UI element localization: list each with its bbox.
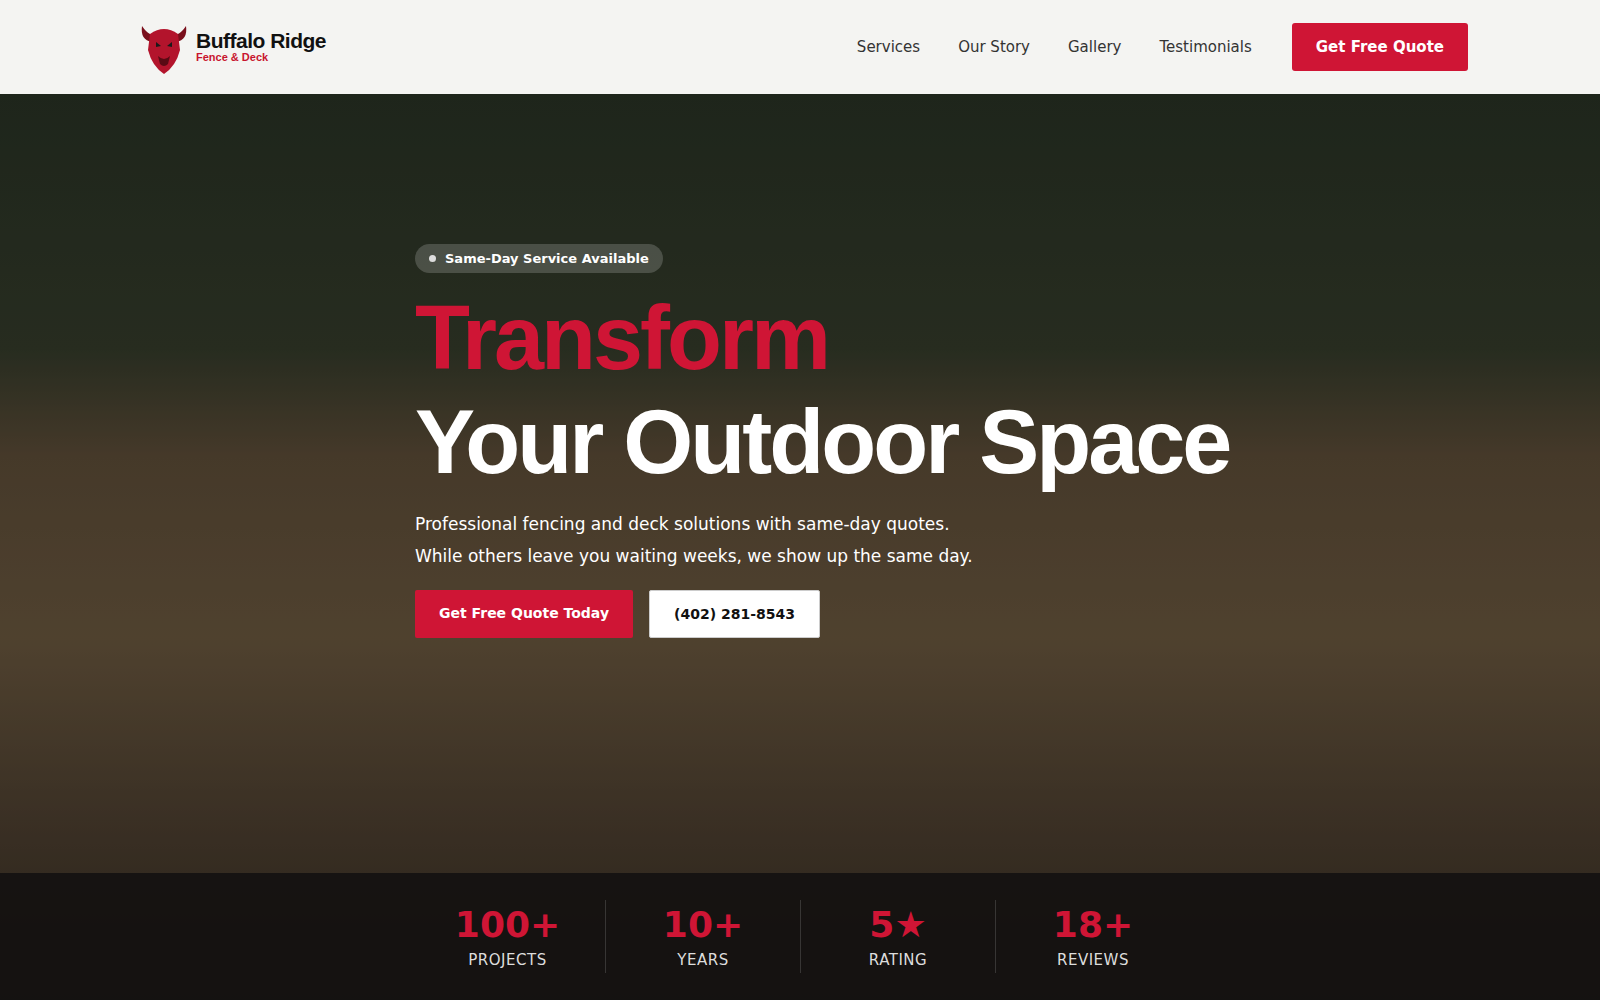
stat-label: PROJECTS	[468, 951, 546, 969]
stat-label: RATING	[869, 951, 927, 969]
stats-bar: 100+ PROJECTS10+ YEARS5★ RATING18+ REVIE…	[0, 873, 1600, 1000]
service-badge: Same-Day Service Available	[415, 244, 663, 273]
stat: 10+ YEARS	[605, 900, 800, 973]
stat-label: YEARS	[677, 951, 728, 969]
hero: Same-Day Service Available Transform You…	[0, 94, 1600, 1000]
subtitle-line: Professional fencing and deck solutions …	[415, 508, 1600, 540]
logo[interactable]: Buffalo Ridge Fence & Deck	[138, 20, 326, 74]
hero-content: Same-Day Service Available Transform You…	[0, 94, 1600, 873]
hero-title: Transform Your Outdoor Space	[415, 287, 1600, 494]
stat: 100+ PROJECTS	[410, 900, 605, 973]
stat-value: 100+	[455, 904, 560, 945]
logo-subtitle: Fence & Deck	[196, 52, 326, 64]
subtitle-line: While others leave you waiting weeks, we…	[415, 540, 1600, 572]
site-header: Buffalo Ridge Fence & Deck Services Our S…	[0, 0, 1600, 94]
hero-subtitle: Professional fencing and deck solutions …	[415, 508, 1600, 572]
logo-text: Buffalo Ridge Fence & Deck	[196, 30, 326, 64]
get-quote-button[interactable]: Get Free Quote	[1292, 23, 1468, 71]
landing-page: Buffalo Ridge Fence & Deck Services Our S…	[0, 0, 1600, 1000]
logo-title: Buffalo Ridge	[196, 30, 326, 52]
stat-value: 18+	[1053, 904, 1133, 945]
stat-value: 10+	[663, 904, 743, 945]
hero-buttons: Get Free Quote Today (402) 281-8543	[415, 590, 1600, 638]
stat-value: 5★	[869, 904, 926, 945]
badge-text: Same-Day Service Available	[445, 251, 649, 266]
quote-button[interactable]: Get Free Quote Today	[415, 590, 633, 638]
buffalo-icon	[138, 20, 190, 74]
nav-item[interactable]: Gallery	[1068, 38, 1121, 56]
phone-button[interactable]: (402) 281-8543	[649, 590, 820, 638]
hero-title-main: Your Outdoor Space	[415, 391, 1600, 495]
stat-label: REVIEWS	[1057, 951, 1129, 969]
nav-item[interactable]: Our Story	[958, 38, 1030, 56]
main-nav: Services Our Story Gallery Testimonials Get…	[857, 23, 1468, 71]
badge-dot-icon	[429, 255, 436, 262]
nav-item[interactable]: Services	[857, 38, 920, 56]
stat: 18+ REVIEWS	[995, 900, 1190, 973]
stat: 5★ RATING	[800, 900, 995, 973]
stats-row: 100+ PROJECTS10+ YEARS5★ RATING18+ REVIE…	[410, 900, 1190, 973]
hero-title-accent: Transform	[415, 287, 1600, 391]
nav-item[interactable]: Testimonials	[1159, 38, 1251, 56]
